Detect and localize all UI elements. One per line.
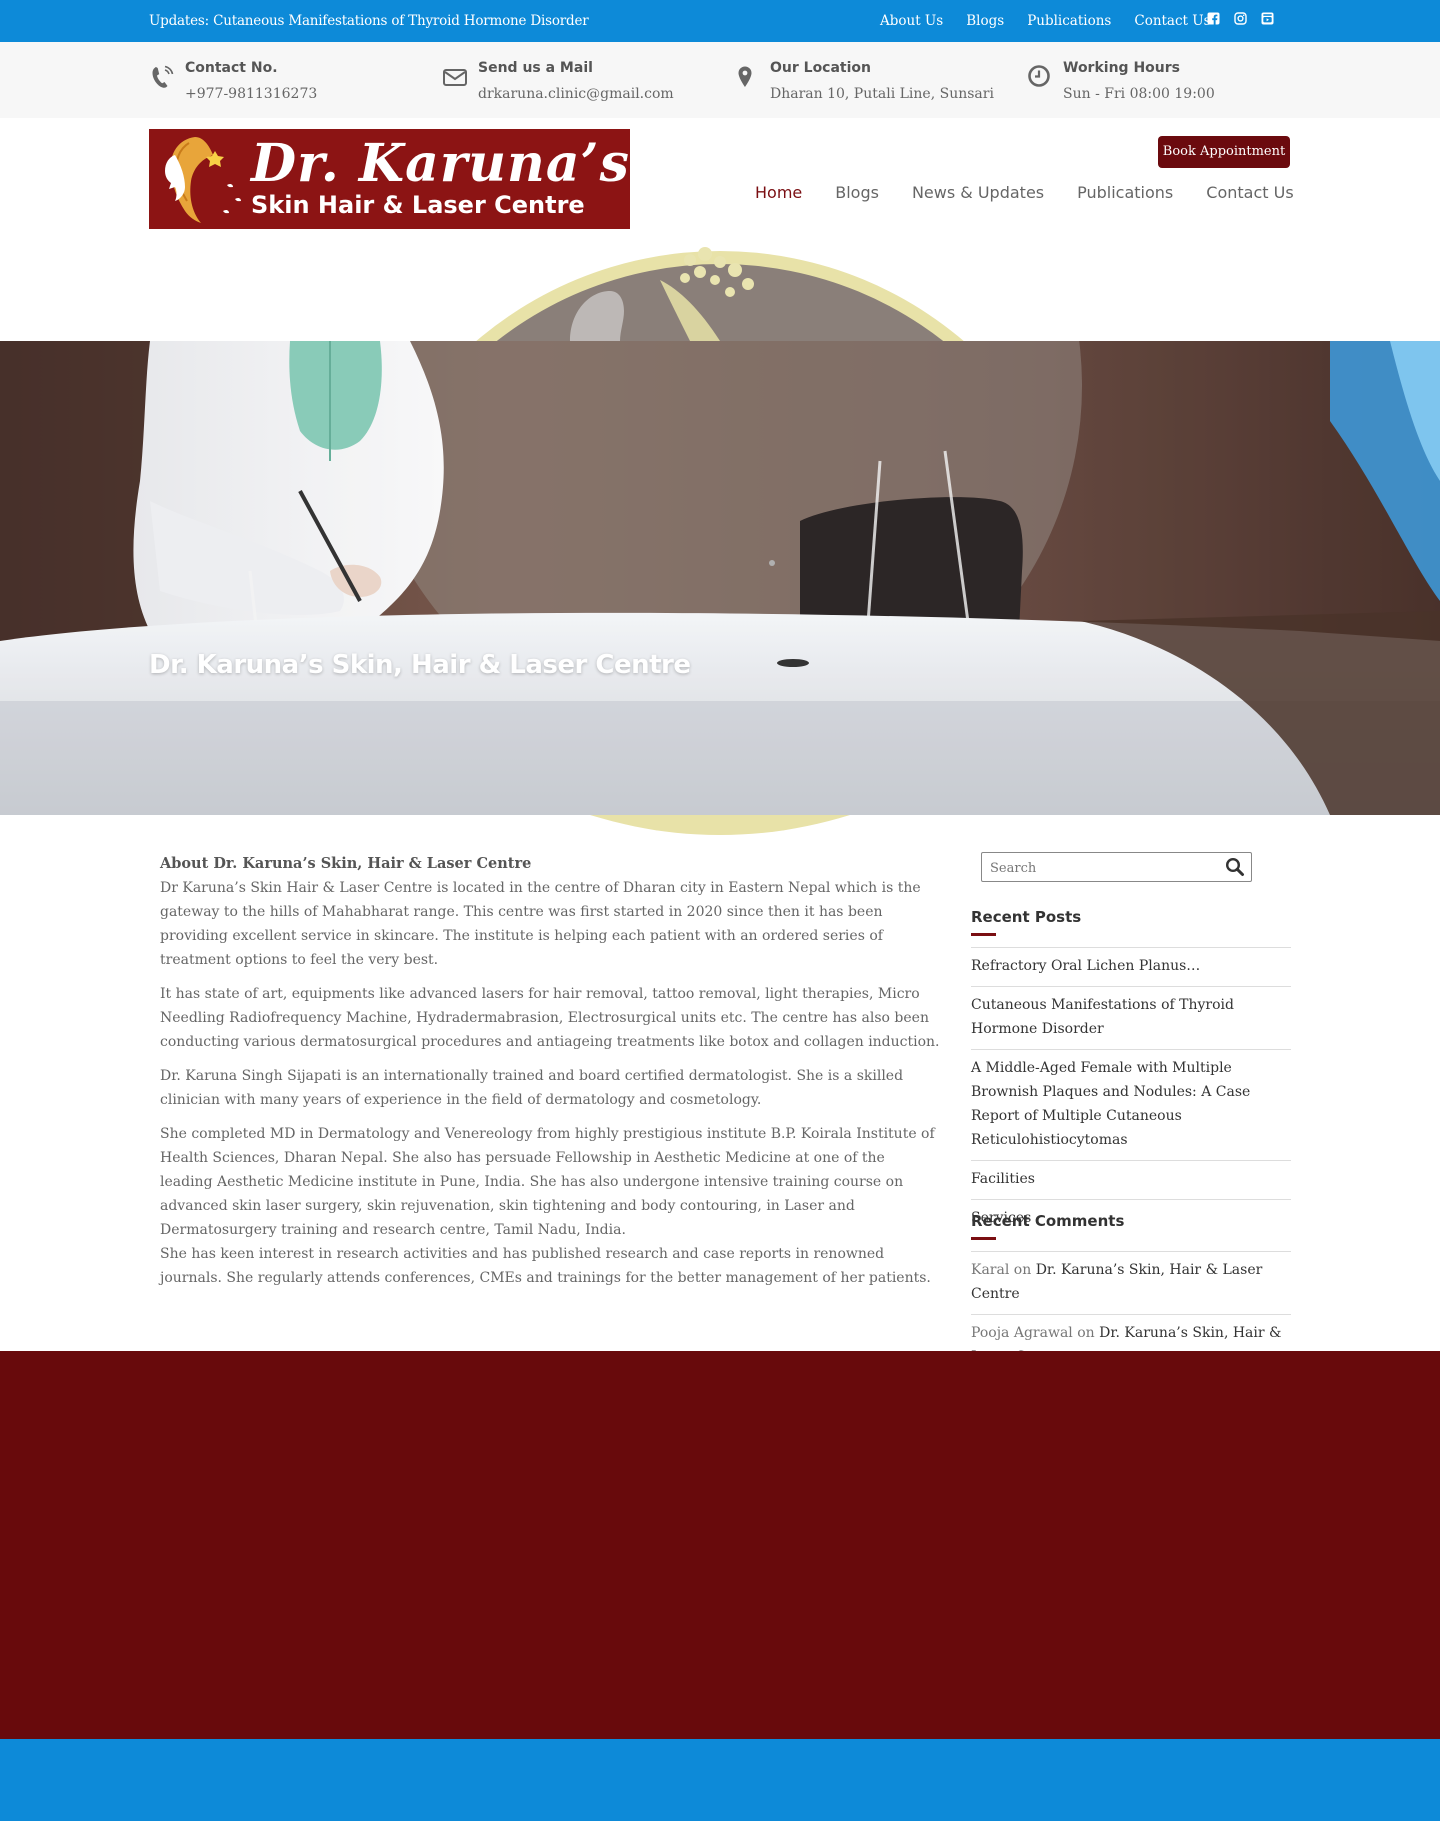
- top-link-contact[interactable]: Contact Us: [1134, 13, 1210, 29]
- location-value: Dharan 10, Putali Line, Sunsari: [770, 86, 994, 102]
- about-paragraph-1: Dr Karuna’s Skin Hair & Laser Centre is …: [160, 880, 921, 968]
- hero-logo-arc: [0, 240, 1440, 341]
- instagram-icon[interactable]: [1234, 12, 1247, 25]
- top-link-blogs[interactable]: Blogs: [966, 13, 1004, 29]
- site-footer: [0, 1351, 1440, 1739]
- recent-posts-heading: Recent Posts: [971, 908, 1082, 936]
- nav-publications[interactable]: Publications: [1077, 183, 1173, 202]
- mail-label: Send us a Mail: [478, 60, 593, 76]
- recent-comments-title: Recent Comments: [971, 1212, 1125, 1230]
- recent-post-item[interactable]: Cutaneous Manifestations of Thyroid Horm…: [971, 986, 1291, 1049]
- comment-on: on: [1077, 1325, 1095, 1341]
- top-links: About Us Blogs Publications Contact Us: [880, 13, 1211, 29]
- facebook-icon[interactable]: [1207, 12, 1220, 25]
- about-paragraph-2: It has state of art, equipments like adv…: [160, 986, 940, 1050]
- search-icon[interactable]: [1225, 857, 1245, 877]
- recent-comments-heading: Recent Comments: [971, 1212, 1125, 1240]
- about-content: About Dr. Karuna’s Skin, Hair & Laser Ce…: [160, 852, 940, 1300]
- sub-footer: [0, 1739, 1440, 1821]
- heading-underline: [971, 1237, 996, 1240]
- location-pin-icon: [738, 66, 752, 87]
- recent-post-item[interactable]: Refractory Oral Lichen Planus…: [971, 947, 1291, 986]
- about-paragraph-5: She has keen interest in research activi…: [160, 1246, 931, 1286]
- search-box: [981, 852, 1252, 882]
- top-bar: Updates: Cutaneous Manifestations of Thy…: [0, 0, 1440, 42]
- recent-post-item[interactable]: A Middle-Aged Female with Multiple Brown…: [971, 1049, 1291, 1160]
- nav-contact[interactable]: Contact Us: [1206, 183, 1293, 202]
- contact-info-strip: Contact No. +977-9811316273 Send us a Ma…: [0, 42, 1440, 118]
- about-paragraph-4: She completed MD in Dermatology and Vene…: [160, 1126, 935, 1238]
- recent-posts-title: Recent Posts: [971, 908, 1082, 926]
- logo-title: Dr. Karuna’s: [251, 133, 630, 194]
- comment-author: Pooja Agrawal: [971, 1325, 1073, 1341]
- logo-subtitle: Skin Hair & Laser Centre: [251, 191, 585, 219]
- recent-posts-list: Refractory Oral Lichen Planus… Cutaneous…: [971, 947, 1291, 1238]
- nav-news-updates[interactable]: News & Updates: [912, 183, 1044, 202]
- hero-bottom-arc: [0, 815, 1440, 835]
- book-appointment-button[interactable]: Book Appointment: [1158, 136, 1290, 168]
- about-paragraph-3: Dr. Karuna Singh Sijapati is an internat…: [160, 1068, 904, 1108]
- comment-on: on: [1013, 1262, 1032, 1278]
- recent-post-item[interactable]: Facilities: [971, 1160, 1291, 1199]
- main-nav: Home Blogs News & Updates Publications C…: [755, 183, 1327, 202]
- nav-home[interactable]: Home: [755, 183, 802, 202]
- location-label: Our Location: [770, 60, 872, 76]
- phone-icon: [152, 65, 174, 88]
- logo-woman-silhouette: [165, 137, 241, 223]
- comment-author: Karal: [971, 1262, 1010, 1278]
- hours-value: Sun - Fri 08:00 19:00: [1063, 86, 1215, 102]
- hero-banner-image: [0, 341, 1440, 815]
- youtube-icon[interactable]: [1261, 12, 1274, 25]
- mail-icon: [443, 69, 467, 86]
- hero-title: Dr. Karuna’s Skin, Hair & Laser Centre: [149, 650, 691, 680]
- contact-number-label: Contact No.: [185, 60, 278, 76]
- search-input[interactable]: [990, 858, 1210, 878]
- site-logo[interactable]: Dr. Karuna’s Skin Hair & Laser Centre: [149, 129, 630, 229]
- hours-label: Working Hours: [1063, 60, 1180, 76]
- social-links: [1207, 12, 1274, 25]
- about-heading: About Dr. Karuna’s Skin, Hair & Laser Ce…: [160, 855, 532, 872]
- heading-underline: [971, 933, 996, 936]
- updates-ticker[interactable]: Updates: Cutaneous Manifestations of Thy…: [149, 13, 589, 29]
- contact-number-value[interactable]: +977-9811316273: [185, 86, 317, 102]
- top-link-publications[interactable]: Publications: [1027, 13, 1111, 29]
- top-link-about[interactable]: About Us: [880, 13, 943, 29]
- nav-blogs[interactable]: Blogs: [835, 183, 879, 202]
- clock-icon: [1028, 65, 1050, 87]
- mail-value[interactable]: drkaruna.clinic@gmail.com: [478, 86, 674, 102]
- recent-comment-item: Karal on Dr. Karuna’s Skin, Hair & Laser…: [971, 1251, 1291, 1314]
